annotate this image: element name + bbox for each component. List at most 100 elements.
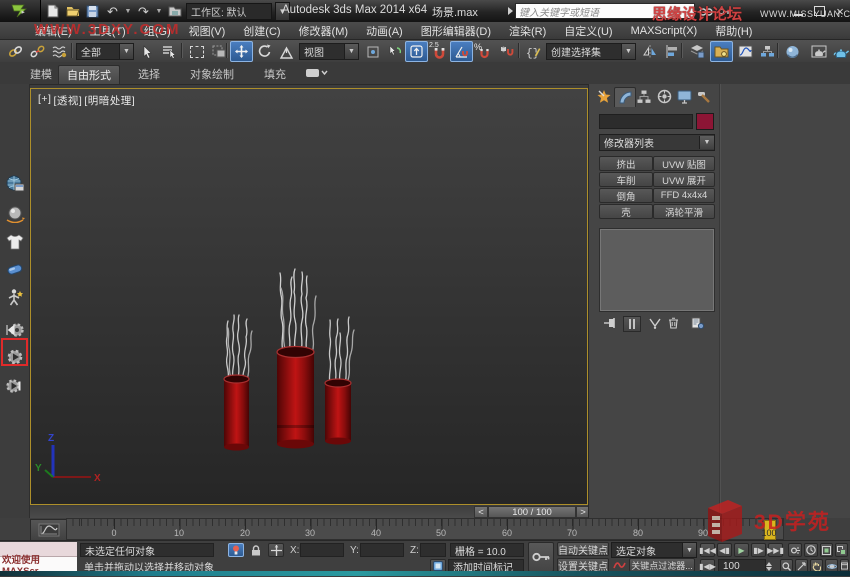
show-end-result-icon[interactable] (623, 316, 641, 332)
set-key-button[interactable]: 设置关键点 (557, 558, 609, 572)
material-editor-icon[interactable] (781, 41, 804, 62)
menu-create[interactable]: 创建(C) (234, 23, 289, 39)
zoom-extents-all-icon[interactable] (835, 543, 848, 557)
unlink-selection-icon[interactable] (26, 41, 49, 62)
menu-rendering[interactable]: 渲染(R) (500, 23, 555, 39)
workspace-selector[interactable]: 工作区: 默认 (186, 3, 272, 20)
modifier-stack-list[interactable] (599, 228, 715, 312)
redo-icon[interactable]: ↷ (135, 3, 152, 19)
menu-graph-editors[interactable]: 图形编辑器(D) (412, 23, 500, 39)
schematic-view-icon[interactable] (756, 41, 779, 62)
track-bar-ruler[interactable]: 0 10 20 30 40 50 60 70 80 90 100 (66, 518, 784, 540)
set-keys-button[interactable] (528, 542, 554, 572)
menu-help[interactable]: 帮助(H) (706, 23, 761, 39)
new-scene-icon[interactable] (44, 3, 61, 19)
angle-snap-toggle-icon[interactable] (450, 41, 473, 62)
save-file-icon[interactable] (84, 3, 101, 19)
coord-y-input[interactable] (360, 543, 404, 557)
render-production-icon[interactable] (829, 41, 850, 62)
time-slider-track[interactable] (30, 506, 474, 518)
tab-display[interactable] (674, 87, 694, 106)
perspective-viewport[interactable]: [+] [透视] [明暗处理] (30, 88, 588, 505)
pin-stack-icon[interactable] (601, 316, 617, 330)
menu-customize[interactable]: 自定义(U) (555, 23, 621, 39)
use-pivot-point-center-icon[interactable] (361, 41, 384, 62)
graphite-ribbon-toggle-icon[interactable] (710, 41, 733, 62)
rigid-body-icon[interactable] (3, 202, 26, 225)
open-file-icon[interactable] (64, 3, 81, 19)
select-and-link-icon[interactable] (4, 41, 27, 62)
redo-dropdown-icon[interactable]: ▼ (155, 3, 163, 19)
align-icon[interactable] (660, 41, 683, 62)
firecracker-left[interactable] (224, 375, 249, 451)
modifier-button-uvw-map[interactable]: UVW 贴图 (653, 156, 715, 171)
modifier-button-unwrap-uvw[interactable]: UVW 展开 (653, 172, 715, 187)
menu-modifiers[interactable]: 修改器(M) (290, 23, 358, 39)
tab-utilities[interactable] (694, 87, 714, 106)
keyboard-shortcut-override-icon[interactable] (405, 41, 428, 62)
mcloth-icon[interactable] (3, 230, 26, 253)
remove-modifier-icon[interactable] (665, 316, 681, 330)
select-object-icon[interactable] (136, 41, 159, 62)
mirror-icon[interactable] (638, 41, 661, 62)
percent-snap-toggle-icon[interactable]: % (473, 41, 496, 62)
default-in-out-tangents-icon[interactable] (611, 558, 627, 572)
project-folder-icon[interactable] (166, 3, 183, 19)
constraint-icon[interactable] (3, 258, 26, 281)
select-and-manipulate-icon[interactable] (383, 41, 406, 62)
select-by-name-icon[interactable] (158, 41, 181, 62)
reference-coordinate-system-dropdown[interactable]: 视图▼ (299, 43, 359, 60)
spinner-snap-toggle-icon[interactable] (495, 41, 518, 62)
firecracker-middle[interactable] (277, 347, 314, 449)
named-selection-sets-combo[interactable]: 创建选择集▼ (546, 43, 636, 60)
menu-maxscript[interactable]: MAXScript(X) (622, 25, 707, 37)
coord-x-input[interactable] (300, 543, 344, 557)
snaps-toggle-icon[interactable]: 2.5 (428, 41, 451, 62)
tab-hierarchy[interactable] (634, 87, 654, 106)
undo-dropdown-icon[interactable]: ▼ (124, 3, 132, 19)
ribbon-tab-modeling[interactable]: 建模 (22, 65, 60, 83)
previous-frame-arrow[interactable]: < (474, 506, 488, 518)
select-and-move-icon[interactable] (230, 41, 253, 62)
selection-filter-dropdown[interactable]: 全部▼ (76, 43, 134, 60)
select-and-scale-icon[interactable] (275, 41, 298, 62)
ribbon-minimize-icon[interactable] (306, 69, 328, 81)
render-setup-icon[interactable] (807, 41, 830, 62)
bind-to-space-warp-icon[interactable] (48, 41, 71, 62)
layer-manager-icon[interactable] (686, 41, 709, 62)
modifier-list-dropdown[interactable]: 修改器列表 ▼ (599, 134, 715, 151)
rectangular-selection-region-icon[interactable] (185, 41, 208, 62)
object-name-field[interactable] (599, 114, 693, 129)
step-simulation-icon[interactable] (3, 374, 26, 397)
firecracker-right[interactable] (325, 379, 351, 445)
time-slider-handle[interactable]: 100 / 100 (488, 506, 576, 518)
ragdoll-icon[interactable] (3, 286, 26, 309)
maxscript-mini-listener[interactable]: 欢迎使用 MAXScr (0, 557, 77, 572)
menu-animation[interactable]: 动画(A) (357, 23, 412, 39)
search-expand-icon[interactable] (508, 7, 513, 15)
tab-modify[interactable] (614, 87, 636, 107)
absolute-offset-mode-icon[interactable] (268, 543, 284, 557)
massfx-tools-icon[interactable] (3, 172, 26, 195)
edit-named-selection-sets-icon[interactable]: {} (522, 41, 545, 62)
object-color-swatch[interactable] (696, 113, 714, 130)
coord-z-input[interactable] (420, 543, 446, 557)
menu-views[interactable]: 视图(V) (180, 23, 235, 39)
configure-modifier-sets-icon[interactable] (689, 316, 705, 330)
modifier-button-ffd4x4x4[interactable]: FFD 4x4x4 (653, 188, 715, 203)
ribbon-tab-object-paint[interactable]: 对象绘制 (182, 65, 242, 83)
make-unique-icon[interactable] (647, 316, 663, 330)
key-filter-target-dropdown[interactable]: 选定对象▼ (611, 542, 697, 558)
tab-create[interactable] (594, 87, 614, 106)
app-menu-button[interactable] (0, 0, 41, 22)
modifier-button-lathe[interactable]: 车削 (599, 172, 653, 187)
modifier-button-bevel[interactable]: 倒角 (599, 188, 653, 203)
ribbon-tab-freeform[interactable]: 自由形式 (58, 65, 120, 84)
auto-key-button[interactable]: 自动关键点 (557, 542, 609, 556)
key-filters-button[interactable]: 关键点过滤器... (629, 558, 695, 572)
modifier-button-extrude[interactable]: 挤出 (599, 156, 653, 171)
modifier-button-turbosmooth[interactable]: 涡轮平滑 (653, 204, 715, 219)
modifier-list-arrow-icon[interactable]: ▼ (699, 136, 714, 149)
ribbon-tab-selection[interactable]: 选择 (130, 65, 168, 83)
modifier-button-shell[interactable]: 壳 (599, 204, 653, 219)
